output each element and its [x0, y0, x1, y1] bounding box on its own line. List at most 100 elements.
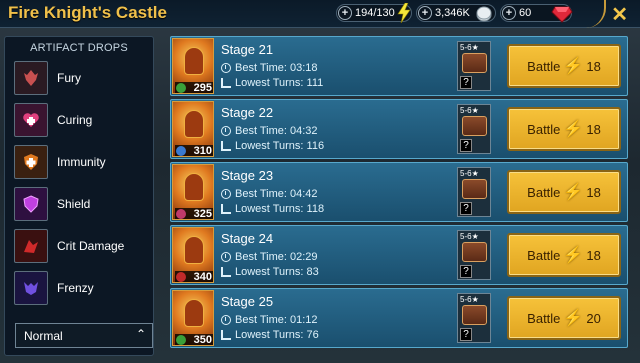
reward-chest[interactable]: 5-6★ ? — [457, 230, 491, 280]
lowest-turns: Lowest Turns: 76 — [221, 329, 319, 341]
artifact-item-frenzy[interactable]: Frenzy — [14, 271, 94, 305]
fury-icon — [14, 61, 48, 95]
energy-icon: ⚡ — [563, 310, 584, 327]
chest-rank: 5-6★ — [460, 106, 479, 115]
fire-knight-icon — [184, 236, 204, 264]
energy-icon — [397, 3, 411, 23]
boss-portrait: 340 — [172, 227, 214, 283]
best-time: Best Time: 04:32 — [221, 125, 318, 137]
best-time-text: Best Time: 02:29 — [235, 251, 318, 263]
lowest-turns: Lowest Turns: 116 — [221, 140, 324, 152]
battle-button[interactable]: Battle ⚡ 18 — [507, 44, 621, 88]
clock-icon — [221, 315, 231, 325]
stage-row[interactable]: 310 Stage 22 Best Time: 04:32 Lowest Tur… — [170, 99, 628, 159]
turns-icon — [221, 78, 231, 88]
boss-portrait: 310 — [172, 101, 214, 157]
battle-label: Battle — [527, 121, 561, 137]
lowest-turns: Lowest Turns: 83 — [221, 266, 319, 278]
frenzy-icon — [14, 271, 48, 305]
silver-coin-icon — [476, 6, 492, 22]
artifact-label: Crit Damage — [57, 239, 125, 253]
best-time-text: Best Time: 01:12 — [235, 314, 318, 326]
artifact-label: Frenzy — [57, 281, 94, 295]
fire-knight-icon — [184, 173, 204, 201]
shield-icon — [14, 187, 48, 221]
difficulty-value: Normal — [24, 328, 63, 343]
artifact-item-shield[interactable]: Shield — [14, 187, 90, 221]
stage-row[interactable]: 325 Stage 23 Best Time: 04:42 Lowest Tur… — [170, 162, 628, 222]
energy-icon: ⚡ — [563, 184, 584, 201]
fire-knight-icon — [184, 47, 204, 75]
affinity-icon — [176, 209, 186, 219]
affinity-icon — [176, 146, 186, 156]
lowest-turns: Lowest Turns: 118 — [221, 203, 324, 215]
crit-damage-icon — [14, 229, 48, 263]
affinity-icon — [176, 272, 186, 282]
stage-row[interactable]: 295 Stage 21 Best Time: 03:18 Lowest Tur… — [170, 36, 628, 96]
stage-row[interactable]: 340 Stage 24 Best Time: 02:29 Lowest Tur… — [170, 225, 628, 285]
reward-chest[interactable]: 5-6★ ? — [457, 167, 491, 217]
battle-button[interactable]: Battle ⚡ 18 — [507, 170, 621, 214]
artifact-item-fury[interactable]: Fury — [14, 61, 81, 95]
unknown-reward-icon: ? — [460, 202, 472, 215]
artifact-label: Shield — [57, 197, 91, 211]
battle-button[interactable]: Battle ⚡ 18 — [507, 107, 621, 151]
energy-counter[interactable]: + 194/130 — [336, 3, 412, 23]
clock-icon — [221, 252, 231, 262]
stage-name: Stage 23 — [221, 168, 274, 183]
reward-chest[interactable]: 5-6★ ? — [457, 104, 491, 154]
close-button[interactable]: ✕ — [611, 2, 628, 27]
stage-name: Stage 22 — [221, 105, 274, 120]
artifact-drops-panel: ARTIFACT DROPS Fury Curing Immunity Shie… — [4, 36, 154, 356]
chest-rank: 5-6★ — [460, 295, 479, 304]
immunity-icon — [14, 145, 48, 179]
unknown-reward-icon: ? — [460, 265, 472, 278]
unknown-reward-icon: ? — [460, 328, 472, 341]
energy-cost: 18 — [586, 121, 601, 137]
turns-icon — [221, 267, 231, 277]
reward-chest[interactable]: 5-6★ ? — [457, 293, 491, 343]
artifact-item-curing[interactable]: Curing — [14, 103, 92, 137]
energy-value: 194/130 — [355, 7, 395, 19]
silver-counter[interactable]: + 3,346K — [416, 4, 496, 22]
chest-rank: 5-6★ — [460, 169, 479, 178]
battle-button[interactable]: Battle ⚡ 18 — [507, 233, 621, 277]
battle-label: Battle — [527, 247, 561, 263]
best-time-text: Best Time: 03:18 — [235, 62, 318, 74]
energy-cost: 18 — [586, 247, 601, 263]
add-silver-button[interactable]: + — [418, 6, 432, 20]
stage-name: Stage 24 — [221, 231, 274, 246]
add-energy-button[interactable]: + — [338, 6, 352, 20]
artifact-item-crit-damage[interactable]: Crit Damage — [14, 229, 124, 263]
page-title: Fire Knight's Castle — [8, 3, 167, 22]
artifact-label: Fury — [57, 71, 81, 85]
stage-name: Stage 21 — [221, 42, 274, 57]
curing-icon — [14, 103, 48, 137]
lowest-turns-text: Lowest Turns: 76 — [235, 329, 319, 341]
boss-portrait: 350 — [172, 290, 214, 346]
chest-icon — [462, 116, 487, 136]
chest-icon — [462, 305, 487, 325]
clock-icon — [221, 126, 231, 136]
reward-chest[interactable]: 5-6★ ? — [457, 41, 491, 91]
battle-label: Battle — [527, 310, 561, 326]
lowest-turns-text: Lowest Turns: 116 — [235, 140, 325, 152]
stage-name: Stage 25 — [221, 294, 274, 309]
chest-rank: 5-6★ — [460, 232, 479, 241]
difficulty-select[interactable]: Normal ⌃ — [15, 323, 153, 348]
stage-row[interactable]: 350 Stage 25 Best Time: 01:12 Lowest Tur… — [170, 288, 628, 348]
best-time: Best Time: 01:12 — [221, 314, 318, 326]
chest-rank: 5-6★ — [460, 43, 479, 52]
gems-counter[interactable]: + 60 — [500, 4, 573, 23]
boss-portrait: 295 — [172, 38, 214, 94]
chest-icon — [462, 53, 487, 73]
add-gems-button[interactable]: + — [502, 6, 516, 20]
turns-icon — [221, 204, 231, 214]
battle-button[interactable]: Battle ⚡ 20 — [507, 296, 621, 340]
energy-icon: ⚡ — [563, 247, 584, 264]
unknown-reward-icon: ? — [460, 76, 472, 89]
artifact-item-immunity[interactable]: Immunity — [14, 145, 106, 179]
best-time-text: Best Time: 04:32 — [235, 125, 318, 137]
lowest-turns-text: Lowest Turns: 83 — [235, 266, 319, 278]
battle-label: Battle — [527, 184, 561, 200]
